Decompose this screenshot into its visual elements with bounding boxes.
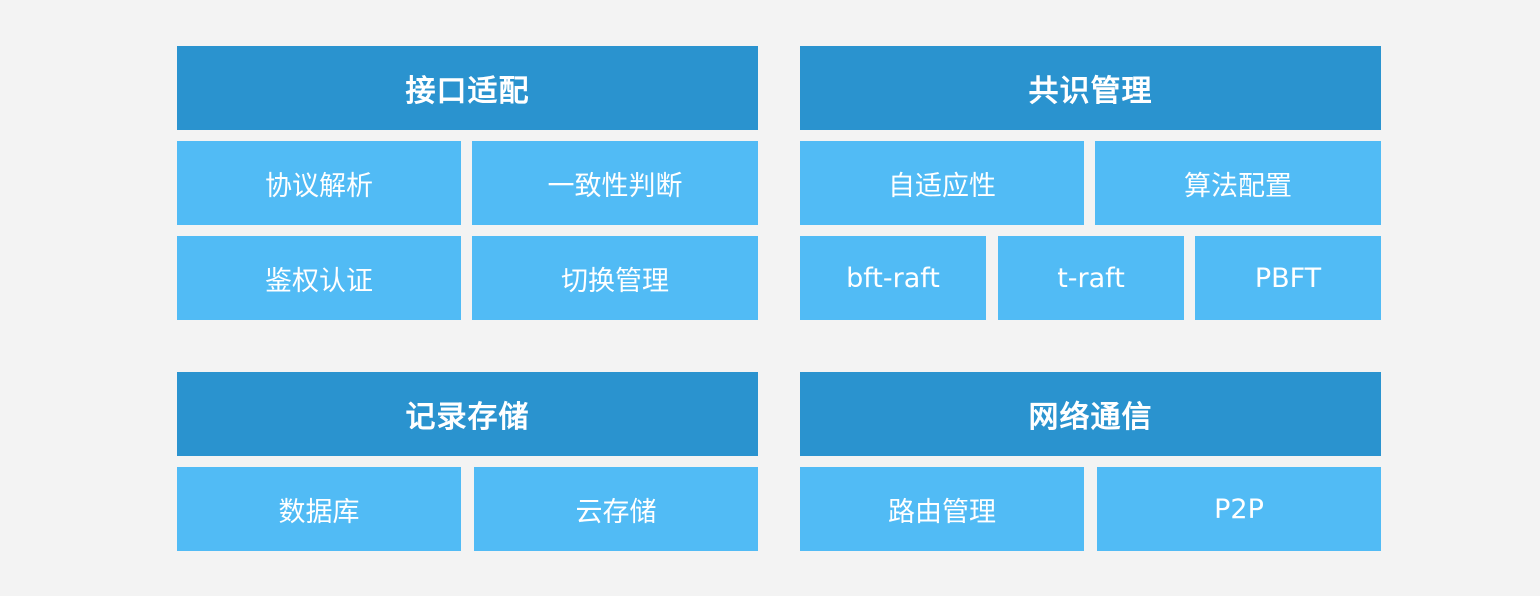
database-block: 数据库 [177, 467, 461, 551]
interface-adapter-header: 接口适配 [177, 46, 758, 130]
cloud-storage-block: 云存储 [474, 467, 758, 551]
consensus-management-header: 共识管理 [800, 46, 1381, 130]
authentication-block: 鉴权认证 [177, 236, 461, 320]
algorithm-config-block: 算法配置 [1095, 141, 1381, 225]
p2p-block: P2P [1097, 467, 1381, 551]
record-storage-header: 记录存储 [177, 372, 758, 456]
pbft-block: PBFT [1195, 236, 1381, 320]
switch-management-block: 切换管理 [472, 236, 758, 320]
routing-management-block: 路由管理 [800, 467, 1084, 551]
adaptivity-block: 自适应性 [800, 141, 1084, 225]
consistency-check-block: 一致性判断 [472, 141, 758, 225]
bft-raft-block: bft-raft [800, 236, 986, 320]
protocol-parsing-block: 协议解析 [177, 141, 461, 225]
network-communication-header: 网络通信 [800, 372, 1381, 456]
t-raft-block: t-raft [998, 236, 1184, 320]
architecture-diagram: 接口适配 协议解析 一致性判断 鉴权认证 切换管理 共识管理 自适应性 算法配置… [0, 0, 1540, 596]
